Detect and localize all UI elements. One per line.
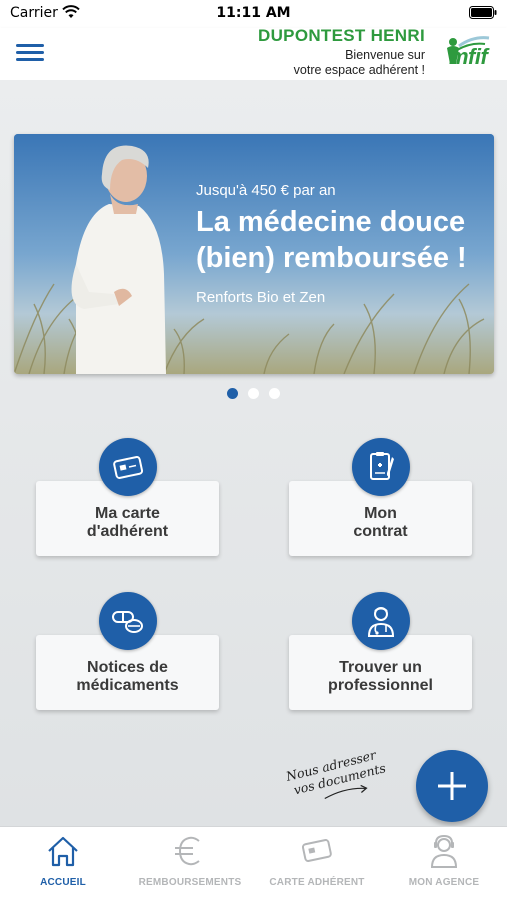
pills-icon[interactable] xyxy=(99,592,157,650)
banner-kicker: Jusqu'à 450 € par an xyxy=(196,182,336,199)
welcome-line-1: Bienvenue sur xyxy=(345,48,425,62)
nav-member-card-label: CARTE ADHÉRENT xyxy=(269,877,365,888)
contract-icon[interactable] xyxy=(352,438,410,496)
tile-label-line-1: Ma carte xyxy=(95,505,160,522)
plus-icon xyxy=(438,772,466,800)
euro-icon xyxy=(175,836,200,866)
nav-my-agency-label: MON AGENCE xyxy=(408,877,480,888)
nav-home-label: ACCUEIL xyxy=(40,877,86,888)
tile-label-line-2: d'adhérent xyxy=(86,523,169,540)
card-icon[interactable] xyxy=(99,438,157,496)
tile-label-line-2: médicaments xyxy=(76,677,179,694)
menu-bar xyxy=(16,44,44,47)
nav-my-agency[interactable]: MON AGENCE xyxy=(381,827,507,900)
nav-reimbursements-label: REMBOURSEMENTS xyxy=(138,877,242,888)
battery-icon xyxy=(469,6,497,19)
nav-home[interactable]: ACCUEIL xyxy=(0,827,126,900)
agent-icon xyxy=(430,834,458,868)
banner-title-line-2: (bien) remboursée ! xyxy=(196,242,467,274)
home-icon xyxy=(48,836,78,867)
nav-reimbursements[interactable]: REMBOURSEMENTS xyxy=(127,827,253,900)
welcome-line-2: votre espace adhérent ! xyxy=(293,63,425,77)
logo-text: mfif xyxy=(449,44,488,69)
banner-title: La médecine douce (bien) remboursée ! xyxy=(196,204,467,276)
carousel-dot-1[interactable] xyxy=(227,388,238,399)
menu-bar xyxy=(16,51,44,54)
welcome-text: Bienvenue sur votre espace adhérent ! xyxy=(294,48,425,78)
card-icon xyxy=(301,839,332,862)
menu-button[interactable] xyxy=(14,40,46,66)
tile-label: Mon contrat xyxy=(289,505,472,541)
carousel-dot-3[interactable] xyxy=(269,388,280,399)
tile-label: Trouver un professionnel xyxy=(289,659,472,695)
banner-title-line-1: La médecine douce xyxy=(196,206,466,238)
user-name: DUPONTEST HENRI xyxy=(258,26,425,45)
banner-subtitle: Renforts Bio et Zen xyxy=(196,289,326,306)
status-bar: Carrier 11:11 AM xyxy=(0,0,507,28)
carousel-dot-2[interactable] xyxy=(248,388,259,399)
promo-banner[interactable]: Jusqu'à 450 € par an La médecine douce (… xyxy=(14,134,494,374)
tile-label-line-2: professionnel xyxy=(328,677,433,694)
tile-label: Notices de médicaments xyxy=(36,659,219,695)
app-header: DUPONTEST HENRI Bienvenue sur votre espa… xyxy=(0,26,507,80)
tile-label-line-1: Notices de xyxy=(87,659,168,676)
clock: 11:11 AM xyxy=(216,5,291,21)
tile-label-line-1: Mon xyxy=(364,505,397,522)
menu-bar xyxy=(16,58,44,61)
bottom-nav: ACCUEIL REMBOURSEMENTS CARTE ADHÉRENT MO… xyxy=(0,826,507,900)
tile-label-line-2: contrat xyxy=(353,523,408,540)
doctor-icon[interactable] xyxy=(352,592,410,650)
mfif-logo: mfif xyxy=(439,34,501,74)
add-document-button[interactable] xyxy=(416,750,488,822)
tile-label-line-1: Trouver un xyxy=(339,659,422,676)
nav-member-card[interactable]: CARTE ADHÉRENT xyxy=(254,827,380,900)
carousel-dots xyxy=(0,388,507,399)
tile-label: Ma carte d'adhérent xyxy=(36,505,219,541)
